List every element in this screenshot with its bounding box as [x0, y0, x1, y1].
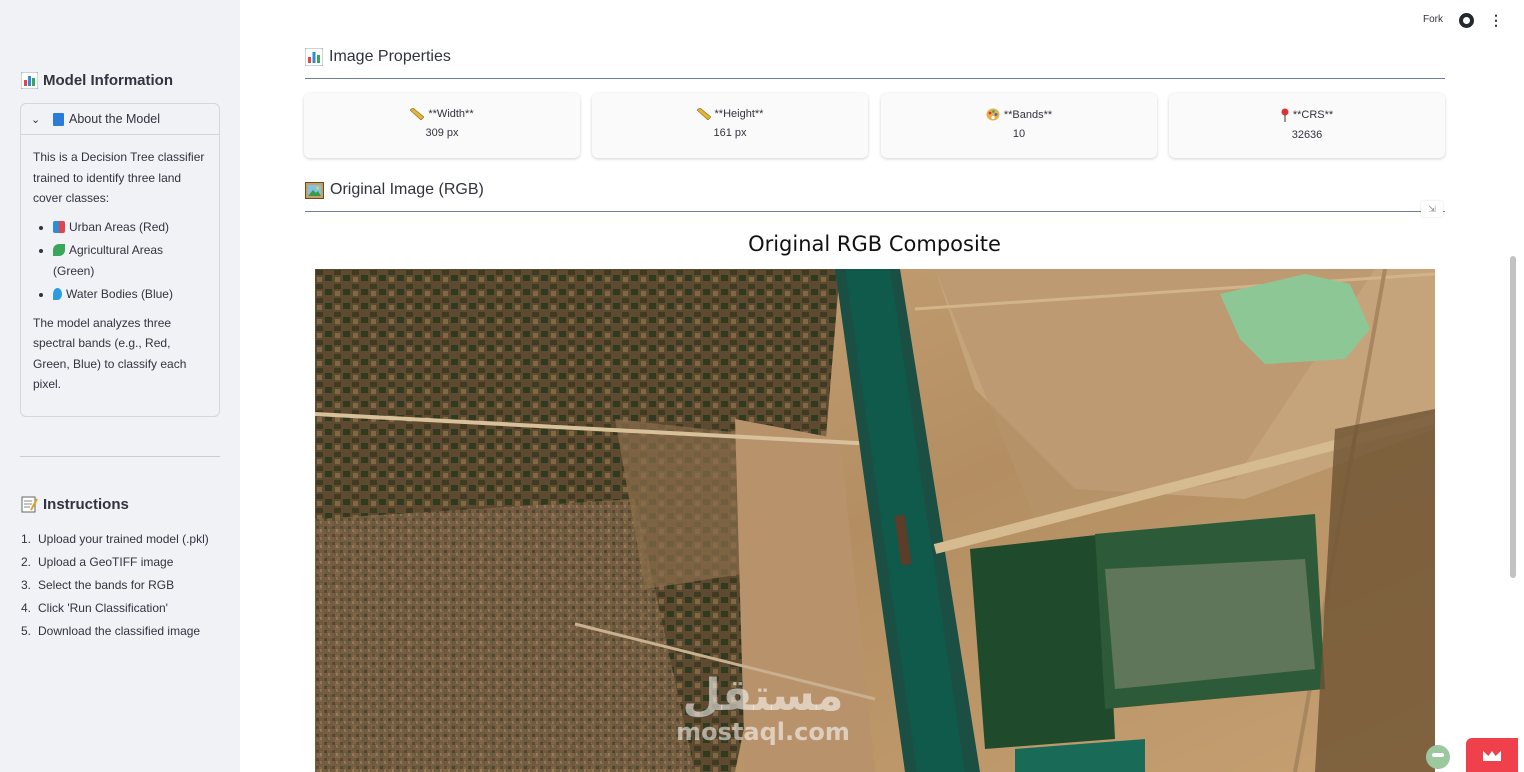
sidebar: Model Information ⌄ About the Model This…: [0, 0, 240, 772]
instructions-title: Instructions: [43, 496, 129, 513]
class-suffix: (Blue): [140, 287, 173, 301]
model-outro-text: The model analyzes three spectral bands …: [33, 315, 187, 392]
card-value: 161 px: [713, 127, 747, 139]
class-name: Agricultural Areas: [69, 243, 164, 257]
instructions-heading: Instructions: [21, 496, 129, 513]
instructions-list: 1. Upload your trained model (.pkl) 2. Upl…: [21, 530, 209, 645]
instruction-item: 5. Download the classified image: [21, 624, 201, 638]
bar-chart-icon: [20, 71, 39, 90]
watermark: مستقل mostaql.com: [668, 670, 858, 746]
droplet-icon: [53, 288, 62, 300]
image-properties-heading: Image Properties: [305, 48, 451, 66]
pin-icon: [1281, 108, 1289, 122]
original-image-heading: Original Image (RGB): [305, 181, 484, 199]
class-list: Urban Areas (Red) Agricultural Areas (Gr…: [33, 217, 207, 305]
class-name: Water Bodies: [66, 287, 138, 301]
original-divider: [305, 211, 1445, 212]
model-info-heading: Model Information: [20, 71, 173, 90]
height-card: **Height** 161 px: [592, 93, 868, 158]
assistant-bot-icon[interactable]: [1426, 745, 1450, 769]
original-title: Original Image (RGB): [330, 181, 484, 198]
class-item-urban: Urban Areas (Red): [53, 217, 207, 238]
card-value: 309 px: [425, 127, 459, 139]
class-item-agricultural: Agricultural Areas (Green): [53, 240, 207, 281]
card-label: **Width**: [428, 108, 474, 120]
framed-picture-icon: [305, 181, 324, 199]
card-value: 32636: [1291, 129, 1323, 141]
fullscreen-button[interactable]: ⇲: [1421, 201, 1443, 217]
streamlit-badge[interactable]: [1466, 738, 1518, 772]
crs-card: **CRS** 32636: [1169, 93, 1445, 158]
watermark-english: mostaql.com: [676, 718, 850, 746]
properties-title: Image Properties: [329, 48, 451, 65]
expander-header[interactable]: ⌄ About the Model: [21, 104, 219, 135]
property-cards: **Width** 309 px **Height** 161 px **Ban…: [304, 93, 1445, 159]
plant-icon: [53, 244, 65, 256]
book-icon: [53, 112, 64, 126]
card-label: **CRS**: [1292, 109, 1334, 121]
about-model-expander: ⌄ About the Model This is a Decision Tre…: [20, 103, 220, 417]
instruction-item: 3. Select the bands for RGB: [21, 578, 175, 592]
expander-label: About the Model: [69, 112, 161, 126]
model-intro-text: This is a Decision Tree classifier train…: [33, 150, 205, 205]
bands-card: **Bands** 10: [881, 93, 1157, 158]
class-suffix: (Red): [139, 219, 170, 234]
satellite-image: [315, 269, 1435, 772]
card-value: 10: [1012, 128, 1026, 140]
scrollbar[interactable]: [1510, 256, 1516, 578]
city-icon: [53, 220, 65, 233]
ruler-icon: [696, 108, 711, 120]
card-label: **Height**: [714, 108, 764, 120]
ruler-icon: [410, 108, 425, 120]
bar-chart-icon: [305, 48, 323, 66]
model-info-title: Model Information: [43, 72, 173, 89]
class-name: Urban Areas: [69, 219, 136, 234]
instruction-item: 1. Upload your trained model (.pkl): [21, 532, 209, 546]
properties-divider: [305, 78, 1445, 79]
palette-icon: [986, 108, 1000, 121]
github-icon[interactable]: [1459, 13, 1474, 28]
kebab-menu-icon[interactable]: ⋮: [1489, 13, 1503, 28]
expander-body: This is a Decision Tree classifier train…: [21, 135, 219, 395]
rgb-figure: Original RGB Composite: [304, 222, 1445, 772]
figure-title: Original RGB Composite: [748, 232, 1001, 256]
memo-icon: [21, 496, 38, 513]
card-label: **Bands**: [1003, 108, 1053, 121]
instruction-item: 4. Click 'Run Classification': [21, 601, 168, 615]
width-card: **Width** 309 px: [304, 93, 580, 158]
sidebar-divider: [20, 456, 220, 457]
class-item-water: Water Bodies (Blue): [53, 284, 207, 305]
watermark-arabic: مستقل: [682, 670, 844, 721]
class-suffix: (Green): [53, 263, 95, 278]
instruction-item: 2. Upload a GeoTIFF image: [21, 555, 174, 569]
chevron-down-icon: ⌄: [31, 113, 41, 126]
fork-button[interactable]: Fork: [1423, 14, 1443, 25]
